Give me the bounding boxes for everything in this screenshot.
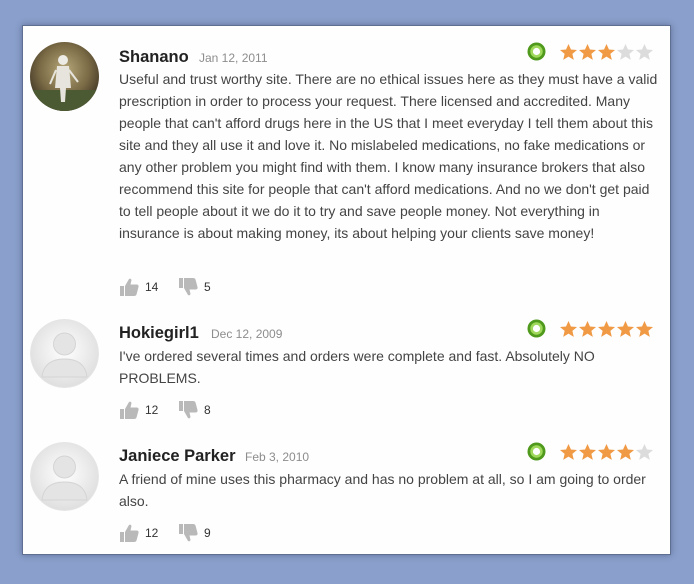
review-date: Jan 12, 2011 bbox=[199, 51, 268, 65]
verified-badge-icon bbox=[527, 442, 546, 461]
verified-badge-icon bbox=[527, 42, 546, 61]
reviews-panel: Shanano Jan 12, 2011 Useful and trust wo… bbox=[22, 25, 671, 555]
thumbs-down-icon bbox=[179, 278, 198, 296]
thumbs-down-button[interactable]: 9 bbox=[178, 523, 211, 543]
thumbs-down-button[interactable]: 8 bbox=[178, 400, 211, 420]
thumbs-up-count: 12 bbox=[145, 526, 159, 540]
star-filled-icon bbox=[616, 320, 635, 337]
star-empty-icon bbox=[616, 43, 635, 60]
thumbs-down-icon bbox=[179, 401, 198, 419]
star-rating bbox=[559, 443, 654, 461]
thumbs-down-count: 9 bbox=[204, 526, 211, 540]
star-filled-icon bbox=[597, 443, 616, 460]
star-empty-icon bbox=[635, 43, 654, 60]
star-empty-icon bbox=[635, 443, 654, 460]
thumbs-up-button[interactable]: 14 bbox=[119, 277, 158, 297]
star-filled-icon bbox=[597, 43, 616, 60]
verified-badge-icon bbox=[527, 319, 546, 338]
user-photo-icon bbox=[30, 42, 99, 111]
star-filled-icon bbox=[559, 320, 578, 337]
thumbs-up-icon bbox=[120, 524, 139, 542]
review-date: Dec 12, 2009 bbox=[211, 327, 283, 341]
star-rating bbox=[559, 43, 654, 61]
star-filled-icon bbox=[597, 320, 616, 337]
reviewer-name[interactable]: Janiece Parker bbox=[119, 447, 236, 466]
review-text: Useful and trust worthy site. There are … bbox=[119, 71, 658, 241]
thumbs-up-icon bbox=[120, 401, 139, 419]
review-text: I've ordered several times and orders we… bbox=[119, 348, 595, 386]
thumbs-down-count: 8 bbox=[204, 403, 211, 417]
reviewer-name[interactable]: Shanano bbox=[119, 48, 189, 67]
star-filled-icon bbox=[559, 43, 578, 60]
thumbs-up-count: 14 bbox=[145, 280, 159, 294]
review-date: Feb 3, 2010 bbox=[245, 450, 310, 464]
thumbs-down-icon bbox=[179, 524, 198, 542]
thumbs-up-button[interactable]: 12 bbox=[119, 523, 158, 543]
avatar[interactable] bbox=[30, 319, 99, 388]
star-filled-icon bbox=[559, 443, 578, 460]
star-filled-icon bbox=[616, 443, 635, 460]
star-rating bbox=[559, 320, 654, 338]
star-filled-icon bbox=[578, 43, 597, 60]
thumbs-up-button[interactable]: 12 bbox=[119, 400, 158, 420]
star-filled-icon bbox=[578, 443, 597, 460]
default-avatar-icon bbox=[30, 319, 99, 388]
avatar[interactable] bbox=[30, 442, 99, 511]
review-text: A friend of mine uses this pharmacy and … bbox=[119, 471, 646, 509]
reviewer-name[interactable]: Hokiegirl1 bbox=[119, 324, 199, 343]
thumbs-up-icon bbox=[120, 278, 139, 296]
thumbs-up-count: 12 bbox=[145, 403, 159, 417]
star-filled-icon bbox=[635, 320, 654, 337]
default-avatar-icon bbox=[30, 442, 99, 511]
avatar[interactable] bbox=[30, 42, 99, 111]
thumbs-down-button[interactable]: 5 bbox=[178, 277, 211, 297]
thumbs-down-count: 5 bbox=[204, 280, 211, 294]
star-filled-icon bbox=[578, 320, 597, 337]
